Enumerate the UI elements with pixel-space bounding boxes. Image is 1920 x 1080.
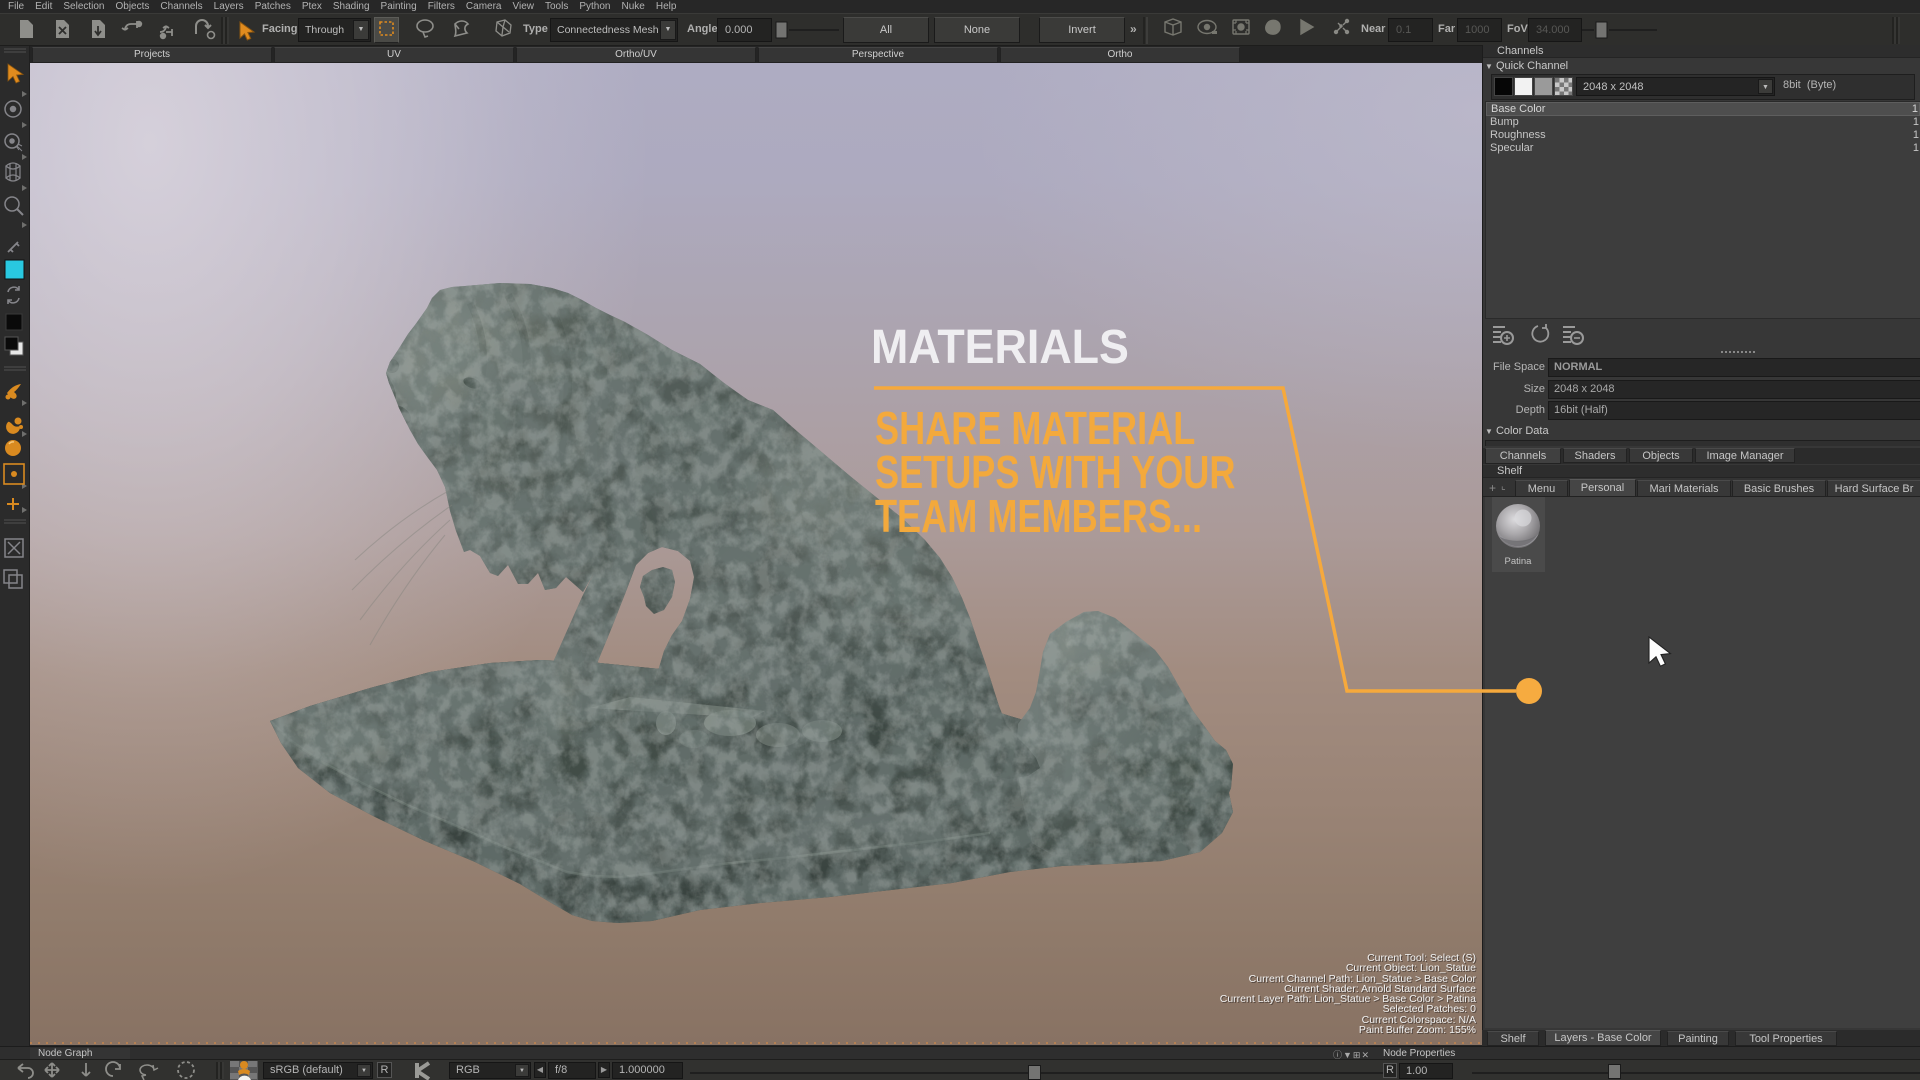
svg-text:Patina: Patina <box>1505 556 1533 567</box>
